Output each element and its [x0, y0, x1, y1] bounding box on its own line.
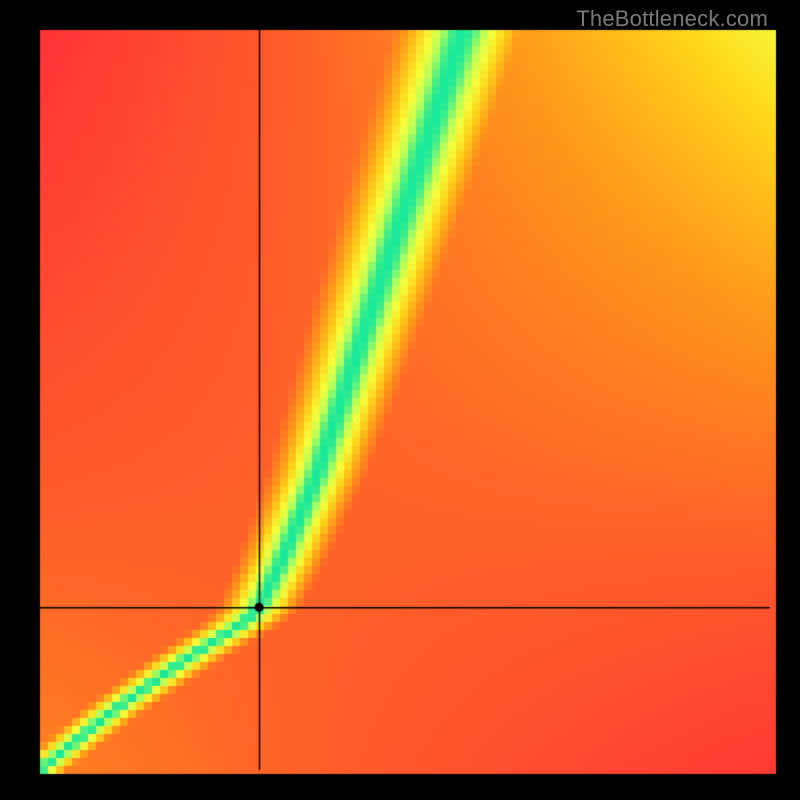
- chart-container: TheBottleneck.com: [0, 0, 800, 800]
- watermark-text: TheBottleneck.com: [576, 6, 768, 32]
- bottleneck-heatmap: [0, 0, 800, 800]
